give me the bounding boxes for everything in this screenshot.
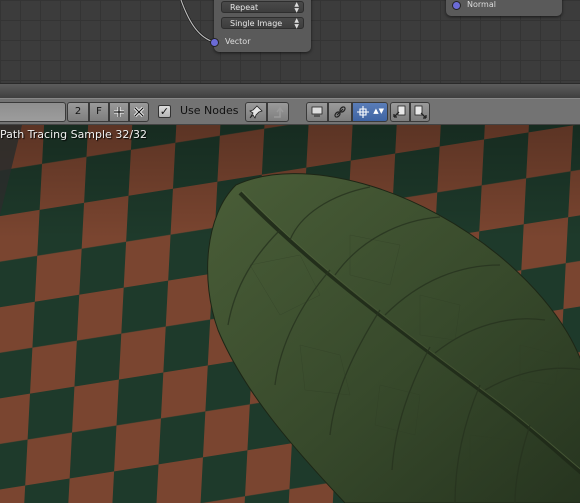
auto-render-button[interactable] — [328, 102, 352, 122]
close-icon — [133, 106, 145, 118]
render-icon — [311, 106, 323, 117]
new-material-button[interactable] — [109, 102, 129, 122]
unlink-button[interactable] — [129, 102, 149, 122]
go-to-parent-button[interactable] — [267, 102, 289, 122]
copy-nodes-button[interactable] — [390, 102, 410, 122]
fake-user-button[interactable]: F — [89, 102, 109, 122]
render-viewport[interactable]: Path Tracing Sample 32/32 — [0, 125, 580, 503]
vector-socket[interactable] — [210, 38, 219, 47]
area-separator[interactable] — [0, 83, 580, 99]
use-nodes-checkbox[interactable]: ✓ — [158, 105, 171, 118]
updown-arrows-icon: ▲▼ — [294, 17, 299, 30]
extension-dropdown[interactable]: Repeat ▲ ▼ — [221, 1, 304, 14]
pin-icon — [249, 105, 263, 119]
normal-socket[interactable] — [452, 1, 461, 10]
projection-dropdown[interactable]: Single Image ▲ ▼ — [221, 17, 304, 30]
fake-user-label: F — [96, 106, 102, 117]
render-backdrop-button[interactable] — [306, 102, 328, 122]
paste-nodes-button[interactable] — [410, 102, 430, 122]
paste-icon — [414, 105, 427, 119]
users-count-button[interactable]: 2 — [67, 102, 89, 122]
rendered-scene — [0, 125, 580, 503]
copy-icon — [393, 105, 406, 118]
updown-arrows-icon: ▲▼ — [373, 107, 384, 115]
render-status-text: Path Tracing Sample 32/32 — [0, 128, 148, 141]
node-editor[interactable]: Repeat ▲ ▼ Single Image ▲ ▼ Vector Normal — [0, 0, 580, 83]
users-count-label: 2 — [74, 106, 82, 117]
link-icon — [334, 106, 346, 118]
checkmark-icon: ✓ — [159, 105, 170, 118]
parent-arrow-icon — [274, 106, 284, 118]
material-name-field[interactable] — [0, 102, 66, 122]
image-texture-node[interactable]: Repeat ▲ ▼ Single Image ▲ ▼ Vector — [210, 0, 311, 52]
vector-input-label: Vector — [225, 37, 251, 46]
pin-button[interactable] — [245, 102, 267, 122]
use-nodes-label: Use Nodes — [180, 104, 239, 117]
material-output-node[interactable]: Normal — [446, 0, 562, 16]
extension-value: Repeat — [230, 3, 259, 12]
snap-element-dropdown[interactable]: ▲▼ — [352, 102, 388, 122]
plus-icon — [114, 107, 124, 117]
projection-value: Single Image — [230, 19, 283, 28]
node-editor-header: 2 F ✓ Use Nodes ▲▼ — [0, 98, 580, 125]
snap-grid-icon — [357, 106, 370, 118]
updown-arrows-icon: ▲▼ — [294, 1, 299, 14]
normal-input-label: Normal — [467, 0, 496, 9]
